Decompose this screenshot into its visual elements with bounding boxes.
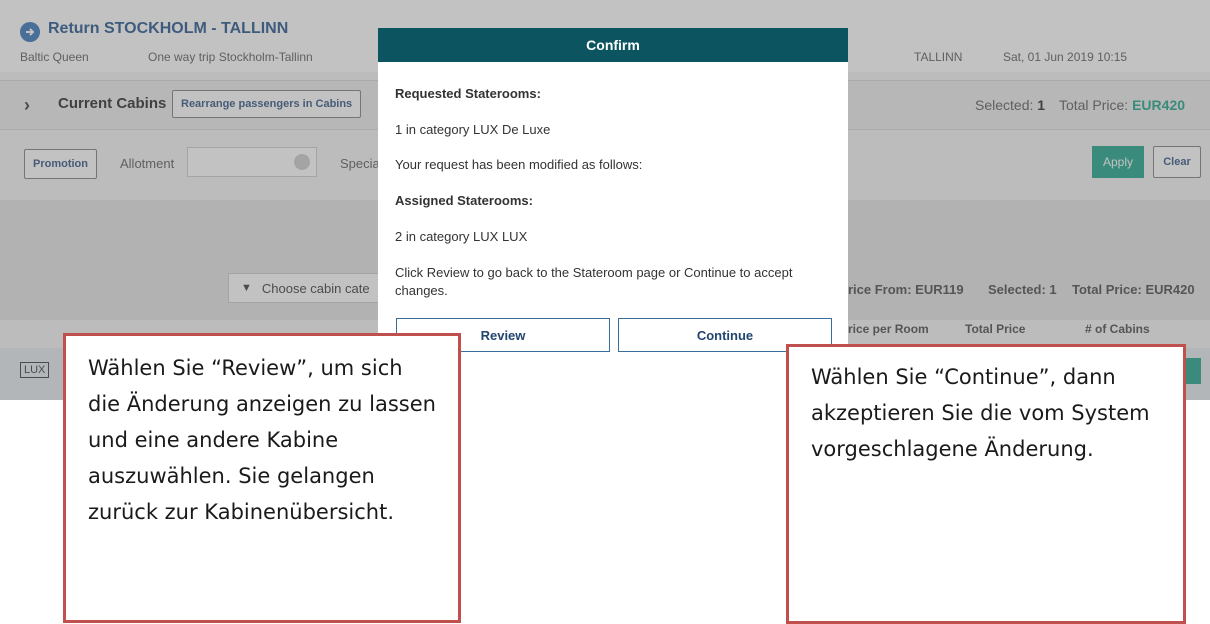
dialog-title: Confirm	[378, 28, 848, 62]
modified-text: Your request has been modified as follow…	[395, 157, 643, 172]
review-callout: Wählen Sie “Review”, um sich die Änderun…	[63, 333, 461, 623]
assigned-heading: Assigned Staterooms:	[395, 193, 533, 208]
assigned-line: 2 in category LUX LUX	[395, 229, 528, 244]
requested-line: 1 in category LUX De Luxe	[395, 122, 551, 137]
continue-callout: Wählen Sie “Continue”, dann akzeptieren …	[786, 344, 1186, 624]
instructions-text: Click Review to go back to the Stateroom…	[395, 265, 793, 298]
requested-heading: Requested Staterooms:	[395, 86, 541, 101]
